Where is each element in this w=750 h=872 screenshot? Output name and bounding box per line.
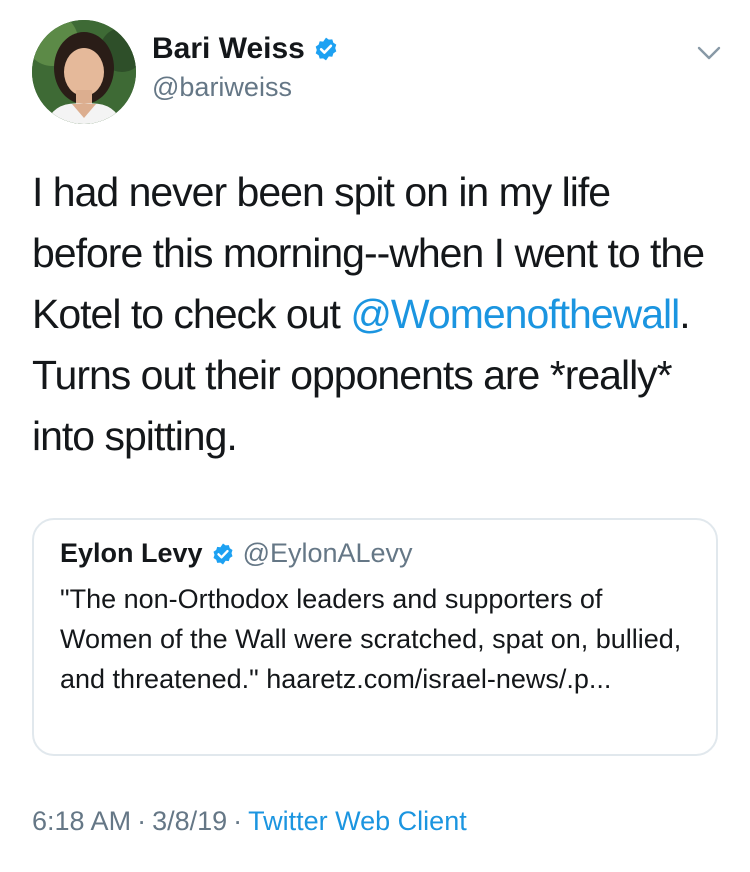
avatar[interactable] [32,20,136,124]
chevron-down-icon[interactable] [696,44,722,62]
quoted-author-handle: @EylonALevy [242,538,413,568]
tweet-meta: 6:18 AM · 3/8/19 · Twitter Web Client [32,806,467,837]
quoted-tweet-header: Eylon Levy @EylonALevy [60,538,690,569]
quoted-author-name: Eylon Levy [60,538,203,568]
meta-separator: · [233,806,243,836]
quoted-tweet[interactable]: Eylon Levy @EylonALevy "The non-Orthodox… [32,518,718,756]
tweet-client-link[interactable]: Twitter Web Client [248,806,467,836]
meta-separator: · [137,806,147,836]
tweet-card: Bari Weiss @bariweiss I had never been s… [0,0,750,872]
quoted-tweet-text: "The non-Orthodox leaders and supporters… [60,584,682,694]
tweet-date[interactable]: 3/8/19 [152,806,227,836]
author-name-text[interactable]: Bari Weiss [152,32,305,66]
author-name[interactable]: Bari Weiss [152,32,339,66]
avatar-photo [32,20,136,124]
verified-badge-icon [315,37,337,61]
verified-badge-icon [213,543,233,564]
tweet-time[interactable]: 6:18 AM [32,806,131,836]
author-handle[interactable]: @bariweiss [152,72,292,103]
mention-link[interactable]: @Womenofthewall [350,291,680,337]
tweet-text: I had never been spit on in my life befo… [32,162,722,467]
